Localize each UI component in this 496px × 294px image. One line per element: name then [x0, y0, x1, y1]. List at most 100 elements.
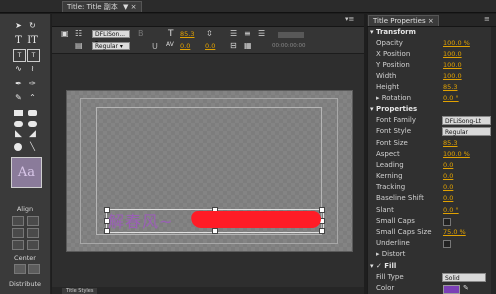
small-caps-size-value[interactable]: 75.0 % — [443, 227, 466, 238]
resize-handle-bottom[interactable] — [212, 228, 218, 234]
title-tab-menu-icon[interactable]: ▼ × — [123, 3, 136, 11]
fill-type-select[interactable]: Solid — [442, 273, 486, 282]
kerning-icon: AV — [166, 41, 174, 48]
background-timecode-slider[interactable] — [278, 32, 304, 38]
properties-header-label: Properties — [375, 105, 418, 113]
ellipse-tool-icon[interactable] — [14, 143, 22, 151]
title-panel-menu-icon[interactable]: ▾≡ — [345, 15, 354, 23]
title-tab[interactable]: Title: Title 副本 ▼ × — [62, 1, 142, 12]
small-caps-row: Small Caps — [376, 216, 494, 227]
tracking-label: Tracking — [376, 183, 406, 191]
add-anchor-tool-icon[interactable]: ✎ — [13, 92, 24, 103]
align-center-horizontal-icon[interactable] — [12, 228, 24, 238]
align-bottom-icon[interactable] — [27, 240, 39, 250]
font-size-value[interactable]: 85.3 — [180, 30, 194, 38]
selection-tool-icon[interactable]: ➤ — [13, 20, 24, 31]
align-left-text-icon[interactable]: ☰ — [230, 29, 237, 38]
fill-checkbox-icon[interactable]: ✓ — [376, 262, 382, 270]
kerning-value[interactable]: 0.0 — [180, 42, 190, 50]
font-size-prop-value[interactable]: 85.3 — [443, 138, 457, 149]
clipped-corner-rectangle-tool-icon[interactable] — [28, 110, 37, 116]
fill-color-swatch[interactable] — [443, 285, 460, 294]
rotation-row[interactable]: ▸ Rotation 0.0 ° — [376, 93, 494, 104]
title-tab-label: Title: Title 副本 — [67, 3, 118, 11]
height-value[interactable]: 85.3 — [443, 82, 457, 93]
baseline-shift-value[interactable]: 0.0 — [443, 193, 453, 204]
title-styles-tab[interactable]: Title Styles — [62, 288, 98, 294]
font-style-dropdown[interactable]: Regular ▾ — [92, 42, 130, 50]
eyedropper-icon[interactable]: ✎ — [463, 283, 469, 294]
leading-value[interactable]: 0.0 — [205, 42, 215, 50]
font-family-select[interactable]: DFLiSong-Lt — [442, 116, 491, 125]
width-value[interactable]: 100.0 — [443, 71, 462, 82]
properties-section-header[interactable]: ▾ Properties — [370, 104, 417, 115]
font-family-dropdown[interactable]: DFLiSon... ▾ — [92, 30, 130, 46]
roll-crawl-options-icon[interactable]: ☷ — [75, 29, 82, 38]
vertical-path-type-tool-icon[interactable]: ≀ — [27, 63, 38, 74]
convert-anchor-tool-icon[interactable]: ⌃ — [27, 92, 38, 103]
center-text-icon[interactable]: ≡ — [244, 29, 251, 38]
title-text-object[interactable]: 解春风~ — [108, 208, 173, 232]
rectangle-tool-icon[interactable] — [14, 110, 23, 116]
aspect-row: Aspect 100.0 % — [376, 149, 494, 160]
properties-panel-menu-icon[interactable]: ≡ — [484, 15, 490, 23]
line-tool-icon[interactable]: ╲ — [27, 141, 38, 152]
underline-label: Underline — [376, 239, 410, 247]
background-timecode[interactable]: 00:00:00:00 — [272, 43, 306, 49]
tracking-row: Tracking 0.0 — [376, 182, 494, 193]
leading-label: Leading — [376, 161, 404, 169]
resize-handle-bottom-right[interactable] — [319, 228, 325, 234]
x-position-value[interactable]: 100.0 — [443, 49, 462, 60]
rotation-tool-icon[interactable]: ↻ — [27, 20, 38, 31]
kerning-prop-value[interactable]: 0.0 — [443, 171, 453, 182]
wedge-tool-icon[interactable]: ◣ — [13, 129, 24, 140]
distort-row[interactable]: ▸ Distort — [376, 249, 494, 260]
leading-prop-value[interactable]: 0.0 — [443, 160, 453, 171]
opacity-value[interactable]: 100.0 % — [443, 38, 470, 49]
baseline-shift-label: Baseline Shift — [376, 194, 424, 202]
rotation-value[interactable]: 0.0 ° — [443, 93, 459, 104]
underline-row: Underline — [376, 238, 494, 249]
arc-tool-icon[interactable]: ◢ — [27, 129, 38, 140]
vertical-area-type-tool-icon[interactable]: T — [27, 49, 40, 62]
distribute-section-label: Distribute — [8, 280, 42, 288]
underline-icon[interactable]: U — [152, 42, 158, 51]
new-title-icon[interactable]: ▣ — [61, 29, 69, 38]
kerning-label: Kerning — [376, 172, 403, 180]
align-left-icon[interactable] — [12, 216, 24, 226]
aspect-value[interactable]: 100.0 % — [443, 149, 470, 160]
leading-row: Leading 0.0 — [376, 160, 494, 171]
templates-icon[interactable]: ▤ — [75, 41, 83, 50]
pen-tool-icon[interactable]: ✒ — [13, 78, 24, 89]
align-top-icon[interactable] — [27, 216, 39, 226]
color-row: Color ✎ — [376, 283, 494, 294]
path-type-tool-icon[interactable]: ∿ — [13, 63, 24, 74]
bold-icon[interactable]: B — [138, 29, 144, 38]
slant-value[interactable]: 0.0 ° — [443, 205, 459, 216]
y-position-value[interactable]: 100.0 — [443, 60, 462, 71]
opacity-label: Opacity — [376, 39, 403, 47]
resize-handle-top-right[interactable] — [319, 207, 325, 213]
align-right-text-icon[interactable]: ☰ — [258, 29, 265, 38]
align-center-vertical-icon[interactable] — [27, 228, 39, 238]
center-horizontal-button[interactable] — [14, 264, 26, 274]
underline-checkbox[interactable] — [443, 240, 451, 248]
delete-anchor-tool-icon[interactable]: ✑ — [27, 78, 38, 89]
title-properties-tab[interactable]: Title Properties × — [368, 15, 439, 26]
type-tool-icon[interactable]: T — [13, 35, 24, 46]
fill-section-header[interactable]: ▾ ✓ Fill — [370, 261, 396, 272]
rounded-rectangle-tool-icon[interactable] — [14, 121, 23, 127]
rotation-label: Rotation — [381, 94, 412, 102]
center-vertical-button[interactable] — [28, 264, 40, 274]
vertical-type-tool-icon[interactable]: IT — [27, 35, 38, 46]
small-caps-checkbox[interactable] — [443, 218, 451, 226]
align-right-icon[interactable] — [12, 240, 24, 250]
tracking-value[interactable]: 0.0 — [443, 182, 453, 193]
transform-section-header[interactable]: ▾ Transform — [370, 27, 416, 38]
rounded-corner-rectangle-tool-icon[interactable] — [28, 121, 37, 127]
distort-label: Distort — [381, 250, 406, 258]
show-background-video-icon[interactable]: ▦ — [244, 41, 252, 50]
font-style-select[interactable]: Regular — [442, 127, 491, 136]
area-type-tool-icon[interactable]: T — [13, 49, 26, 62]
tab-stops-icon[interactable]: ⊟ — [230, 41, 237, 50]
